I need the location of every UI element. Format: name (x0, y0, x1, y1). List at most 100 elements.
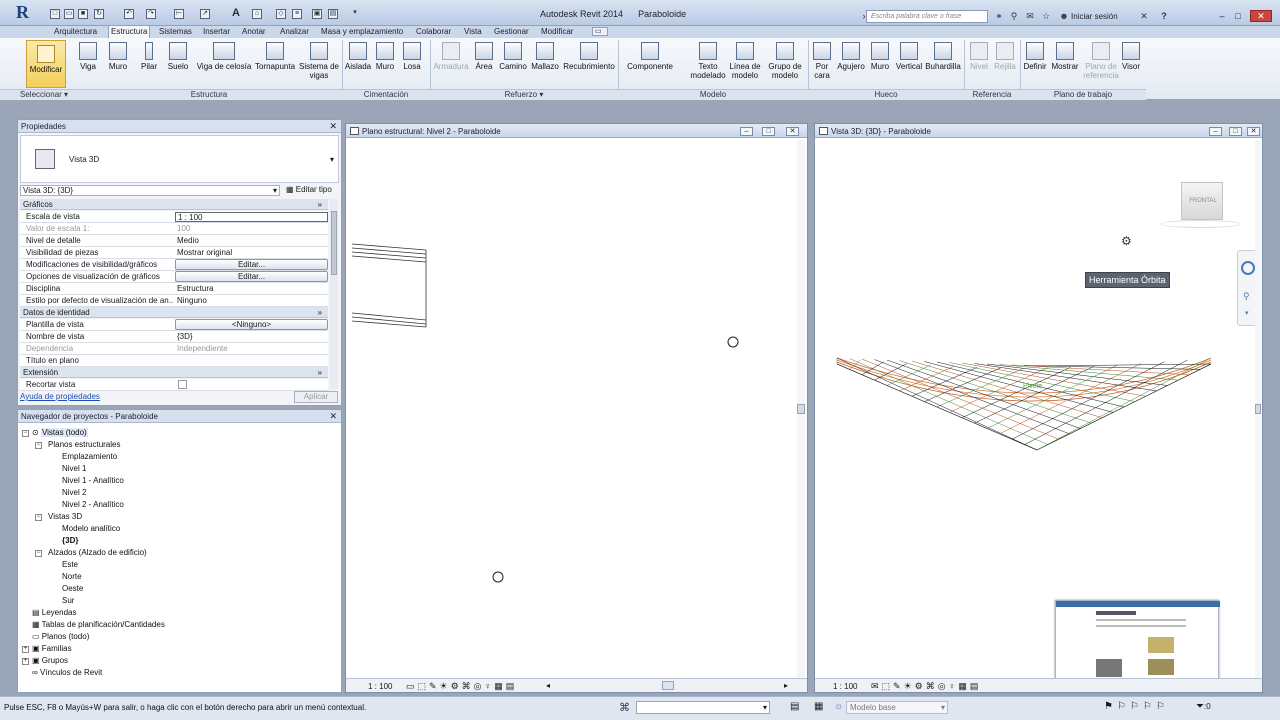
tree-item[interactable]: Sur (62, 596, 74, 605)
properties-help-link[interactable]: Ayuda de propiedades (20, 392, 100, 401)
switch-windows-icon[interactable]: ▤ (328, 9, 338, 19)
tree-expander-icon[interactable]: − (35, 442, 42, 449)
property-row[interactable]: Estilo por defecto de visualización de a… (20, 295, 328, 307)
revit-logo-icon[interactable]: R (16, 2, 42, 28)
reference-plane-button[interactable]: Plano de referencia (1082, 42, 1120, 80)
tree-item[interactable]: Vistas 3D (48, 512, 82, 521)
binoculars-icon[interactable]: ⚭ (993, 11, 1005, 22)
properties-scrollbar[interactable] (330, 199, 338, 389)
undo-icon[interactable]: ↶ (124, 9, 134, 19)
horizontal-scroll-thumb[interactable] (662, 681, 674, 690)
tree-item[interactable]: Oeste (62, 584, 83, 593)
rebar-button[interactable]: Armadura (432, 42, 470, 71)
beam-button[interactable]: Viga (76, 42, 100, 71)
floor-button[interactable]: Suelo (166, 42, 190, 71)
tree-item[interactable]: ▣ Familias (32, 644, 72, 653)
view-template-button[interactable]: <Ninguno> (175, 319, 328, 330)
redo-icon[interactable]: ↷ (146, 9, 156, 19)
plan-vertical-scrollbar[interactable] (797, 140, 805, 680)
tree-item[interactable]: ▦ Tablas de planificación/Cantidades (32, 620, 165, 629)
dormer-button[interactable]: Buhardilla (924, 42, 962, 71)
worksets-icon[interactable]: ▦ (814, 701, 823, 712)
maximize-button[interactable]: □ (1231, 10, 1245, 22)
tab-gestionar[interactable]: Gestionar (492, 27, 531, 36)
close-icon[interactable]: ✕ (329, 411, 337, 422)
path-rebar-button[interactable]: Camino (498, 42, 528, 71)
crop-view-checkbox[interactable] (178, 380, 187, 389)
design-option-dropdown[interactable]: ▾ (636, 701, 770, 714)
tree-item[interactable]: {3D} (62, 536, 78, 545)
tree-item[interactable]: Norte (62, 572, 82, 581)
vertical-opening-button[interactable]: Vertical (894, 42, 924, 71)
subscription-key-icon[interactable]: ⚲ (1008, 11, 1020, 22)
property-row[interactable]: Nombre de vista {3D} (20, 331, 328, 343)
tree-item[interactable]: ⊙ Vistas (todo) (32, 428, 88, 437)
structural-wall-button[interactable]: Muro (106, 42, 130, 71)
tab-anotar[interactable]: Anotar (240, 27, 268, 36)
user-icon[interactable]: ☻ (1058, 11, 1070, 21)
view-minimize-button[interactable]: – (1209, 127, 1222, 136)
tree-expander-icon[interactable]: − (35, 514, 42, 521)
tree-item[interactable]: Nivel 1 - Analítico (62, 476, 124, 485)
cover-button[interactable]: Recubrimiento (562, 42, 616, 71)
tab-vista[interactable]: Vista (462, 27, 484, 36)
tab-sistemas[interactable]: Sistemas (157, 27, 194, 36)
plan-view-window[interactable]: Plano estructural: Nivel 2 - Paraboloide… (345, 123, 808, 693)
3d-vertical-scrollbar[interactable] (1255, 140, 1261, 680)
property-row[interactable]: Escala de vista 1 : 100 (20, 211, 328, 223)
model-group-button[interactable]: Grupo de modelo (766, 42, 804, 80)
close-hidden-icon[interactable]: ▣ (312, 9, 322, 19)
property-row[interactable]: Recortar vista (20, 379, 328, 391)
set-workplane-button[interactable]: Definir (1022, 42, 1048, 71)
slab-foundation-button[interactable]: Losa (400, 42, 424, 71)
grid-button[interactable]: Rejilla (992, 42, 1018, 71)
3d-scale-label[interactable]: 1 : 100 (833, 682, 857, 691)
editable-icon[interactable]: ☼ (834, 701, 843, 712)
scroll-left-icon[interactable]: ◂ (546, 681, 550, 690)
thin-lines-icon[interactable]: ≡ (292, 9, 302, 19)
view-close-button[interactable]: ✕ (786, 127, 799, 136)
tree-item[interactable]: Modelo analítico (62, 524, 120, 533)
chevron-down-icon[interactable]: ▾ (330, 155, 334, 164)
modify-button[interactable]: Modificar (26, 40, 66, 88)
property-row[interactable]: Visibilidad de piezas Mostrar original (20, 247, 328, 259)
view-control-icons[interactable]: ▭⬚✎☀⚙⌘◎♀▦▤ (406, 681, 517, 692)
favorites-star-icon[interactable]: ☆ (1040, 11, 1052, 22)
edit-display-button[interactable]: Editar... (175, 271, 328, 282)
plan-scale-label[interactable]: 1 : 100 (368, 682, 392, 691)
press-drag-icon[interactable]: ⌘ (619, 701, 630, 714)
area-rebar-button[interactable]: Área (472, 42, 496, 71)
fabric-button[interactable]: Mallazo (530, 42, 560, 71)
sign-in-link[interactable]: Iniciar sesión (1071, 12, 1118, 21)
save-icon[interactable]: ■ (78, 9, 88, 19)
edit-visibility-button[interactable]: Editar... (175, 259, 328, 270)
model-line-button[interactable]: Línea de modelo (728, 42, 762, 80)
close-button[interactable]: ✕ (1250, 10, 1272, 22)
view-maximize-button[interactable]: □ (1229, 127, 1242, 136)
tree-item[interactable]: Alzados (Alzado de edificio) (48, 548, 147, 557)
tree-item[interactable]: ▭ Planos (todo) (32, 632, 89, 641)
tab-analizar[interactable]: Analizar (278, 27, 311, 36)
filter-icon[interactable]: ⏷:0 (1196, 701, 1211, 712)
3d-view-window[interactable]: Vista 3D: {3D} - Paraboloide – □ ✕ FRONT… (814, 123, 1263, 693)
brace-button[interactable]: Tornapunta (254, 42, 296, 71)
exchange-icon[interactable]: ✕ (1138, 11, 1150, 22)
viewer-button[interactable]: Visor (1120, 42, 1142, 71)
minimize-button[interactable]: – (1215, 10, 1229, 22)
type-selector[interactable]: Vista 3D ▾ (20, 135, 339, 183)
ribbon-minimize-icon[interactable]: ▭ (592, 27, 608, 36)
dimension-icon[interactable]: ↗ (200, 9, 210, 19)
tree-item[interactable]: Nivel 2 - Analítico (62, 500, 124, 509)
tree-item[interactable]: Nivel 2 (62, 488, 86, 497)
tab-insertar[interactable]: Insertar (201, 27, 232, 36)
instance-selector[interactable]: Vista 3D: {3D} ▾ (20, 185, 280, 196)
view-control-icons[interactable]: ✉⬚✎☀⚙⌘◎♀▦▤ (871, 681, 981, 692)
design-options-icon[interactable]: ▤ (790, 701, 799, 712)
wall-foundation-button[interactable]: Muro (374, 42, 396, 71)
3d-view-icon[interactable]: ⌂ (252, 9, 262, 19)
property-row[interactable]: Disciplina Estructura (20, 283, 328, 295)
search-input[interactable]: Escriba palabra clave o frase (866, 10, 988, 23)
by-face-button[interactable]: Por cara (810, 42, 834, 80)
show-workplane-button[interactable]: Mostrar (1050, 42, 1080, 71)
column-button[interactable]: Pilar (138, 42, 160, 71)
